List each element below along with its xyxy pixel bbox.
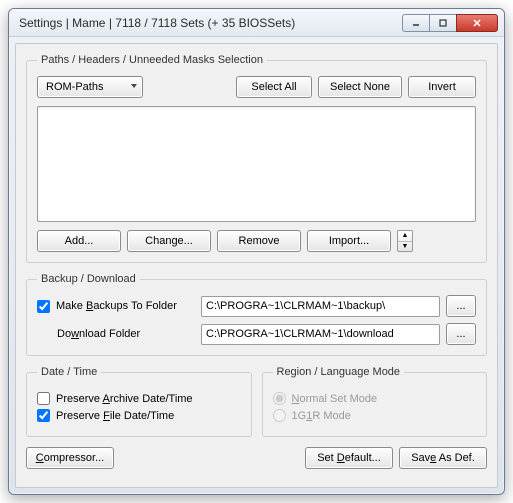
select-none-button[interactable]: Select None [318, 76, 402, 98]
datetime-legend: Date / Time [37, 366, 101, 378]
g1r-mode-label: 1G1R Mode [292, 410, 351, 422]
invert-button[interactable]: Invert [408, 76, 476, 98]
dropdown-value: ROM-Paths [46, 81, 103, 93]
paths-group: Paths / Headers / Unneeded Masks Selecti… [26, 54, 487, 263]
make-backups-checkbox[interactable]: Make Backups To Folder [37, 300, 195, 313]
region-group: Region / Language Mode Normal Set Mode 1… [262, 366, 488, 437]
paths-legend: Paths / Headers / Unneeded Masks Selecti… [37, 54, 267, 66]
make-backups-label: Make Backups To Folder [56, 300, 177, 312]
select-all-button[interactable]: Select All [236, 76, 312, 98]
spin-up-icon[interactable]: ▲ [398, 231, 412, 242]
settings-window: Settings | Mame | 7118 / 7118 Sets (+ 35… [8, 8, 505, 495]
normal-mode-label: Normal Set Mode [292, 393, 378, 405]
paths-type-dropdown[interactable]: ROM-Paths [37, 76, 143, 98]
g1r-mode-input [273, 409, 286, 422]
title-bar[interactable]: Settings | Mame | 7118 / 7118 Sets (+ 35… [9, 9, 504, 37]
save-as-default-button[interactable]: Save As Def. [399, 447, 487, 469]
client-area: Paths / Headers / Unneeded Masks Selecti… [15, 43, 498, 488]
close-button[interactable] [456, 14, 498, 32]
normal-mode-radio: Normal Set Mode [273, 392, 477, 405]
footer-row: Compressor... Set Default... Save As Def… [26, 447, 487, 469]
set-default-button[interactable]: Set Default... [305, 447, 393, 469]
browse-download-button[interactable]: ... [446, 323, 476, 345]
g1r-mode-radio: 1G1R Mode [273, 409, 477, 422]
backup-path-field[interactable]: C:\PROGRA~1\CLRMAM~1\backup\ [201, 296, 440, 317]
preserve-file-label: Preserve File Date/Time [56, 410, 174, 422]
window-control-group [403, 14, 498, 32]
maximize-button[interactable] [429, 14, 457, 32]
preserve-file-input[interactable] [37, 409, 50, 422]
spin-down-icon[interactable]: ▼ [398, 242, 412, 252]
add-button[interactable]: Add... [37, 230, 121, 252]
backup-legend: Backup / Download [37, 273, 140, 285]
remove-button[interactable]: Remove [217, 230, 301, 252]
download-folder-label: Download Folder [37, 328, 195, 340]
order-spinner[interactable]: ▲ ▼ [397, 230, 413, 252]
datetime-group: Date / Time Preserve Archive Date/Time P… [26, 366, 252, 437]
normal-mode-input [273, 392, 286, 405]
import-button[interactable]: Import... [307, 230, 391, 252]
browse-backup-button[interactable]: ... [446, 295, 476, 317]
paths-listbox[interactable] [37, 106, 476, 222]
preserve-file-checkbox[interactable]: Preserve File Date/Time [37, 409, 241, 422]
change-button[interactable]: Change... [127, 230, 211, 252]
preserve-archive-label: Preserve Archive Date/Time [56, 393, 193, 405]
minimize-button[interactable] [402, 14, 430, 32]
preserve-archive-checkbox[interactable]: Preserve Archive Date/Time [37, 392, 241, 405]
preserve-archive-input[interactable] [37, 392, 50, 405]
chevron-down-icon [130, 81, 138, 93]
backup-group: Backup / Download Make Backups To Folder… [26, 273, 487, 356]
make-backups-input[interactable] [37, 300, 50, 313]
window-title: Settings | Mame | 7118 / 7118 Sets (+ 35… [19, 16, 403, 30]
compressor-button[interactable]: Compressor... [26, 447, 114, 469]
download-path-field[interactable]: C:\PROGRA~1\CLRMAM~1\download [201, 324, 440, 345]
region-legend: Region / Language Mode [273, 366, 405, 378]
